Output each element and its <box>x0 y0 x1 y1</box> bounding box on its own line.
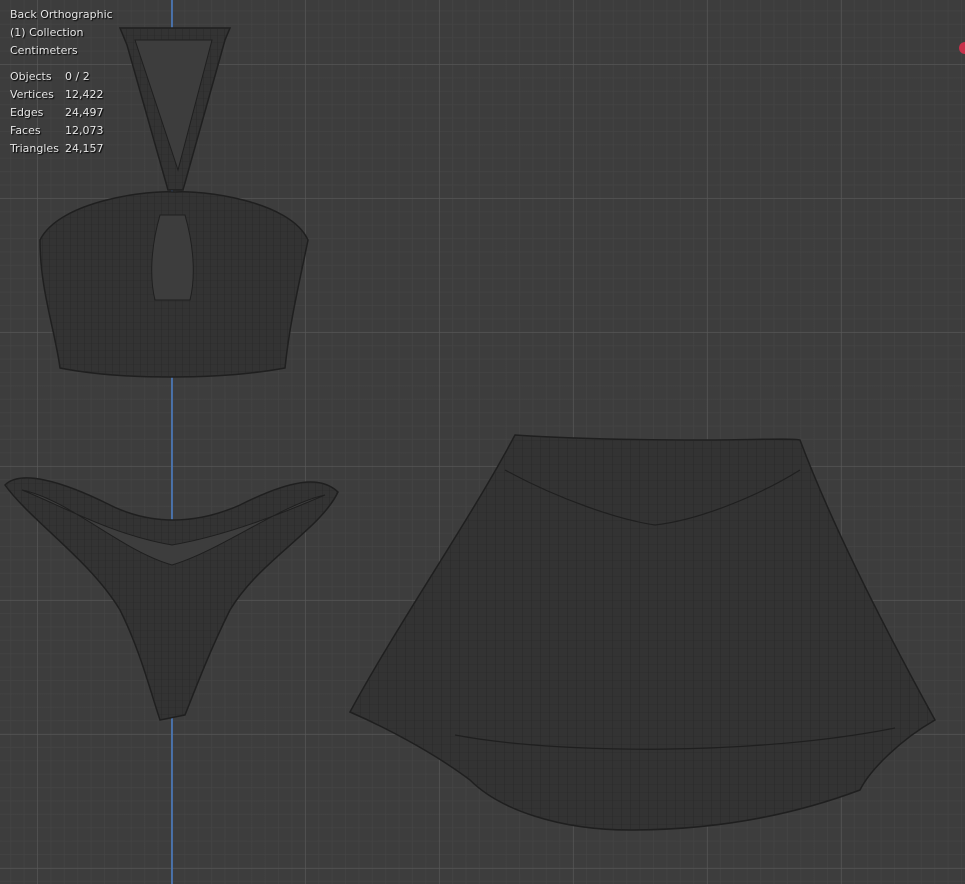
stat-label: Objects <box>10 70 52 83</box>
stat-row-edges: Edges 24,497 <box>10 104 113 122</box>
skirt-mesh[interactable] <box>0 0 965 884</box>
scene-statistics: Objects 0 / 2 Vertices 12,422 Edges 24,4… <box>10 68 113 158</box>
viewport-info-overlay: Back Orthographic (1) Collection Centime… <box>10 6 113 158</box>
stat-label: Triangles <box>10 142 59 155</box>
stat-label: Faces <box>10 124 41 137</box>
stat-row-objects: Objects 0 / 2 <box>10 68 113 86</box>
navigation-gizmo-icon[interactable] <box>959 42 965 54</box>
view-name: Back Orthographic <box>10 8 113 21</box>
stat-value: 24,497 <box>65 106 104 119</box>
stat-value: 12,073 <box>65 124 104 137</box>
collection-label: (1) Collection <box>10 26 84 39</box>
stat-label: Edges <box>10 106 44 119</box>
stat-value: 0 / 2 <box>65 70 90 83</box>
units-label: Centimeters <box>10 44 78 57</box>
stat-row-triangles: Triangles 24,157 <box>10 140 113 158</box>
3d-viewport[interactable]: Back Orthographic (1) Collection Centime… <box>0 0 965 884</box>
stat-row-vertices: Vertices 12,422 <box>10 86 113 104</box>
stat-row-faces: Faces 12,073 <box>10 122 113 140</box>
stat-label: Vertices <box>10 88 54 101</box>
stat-value: 24,157 <box>65 142 104 155</box>
stat-value: 12,422 <box>65 88 104 101</box>
